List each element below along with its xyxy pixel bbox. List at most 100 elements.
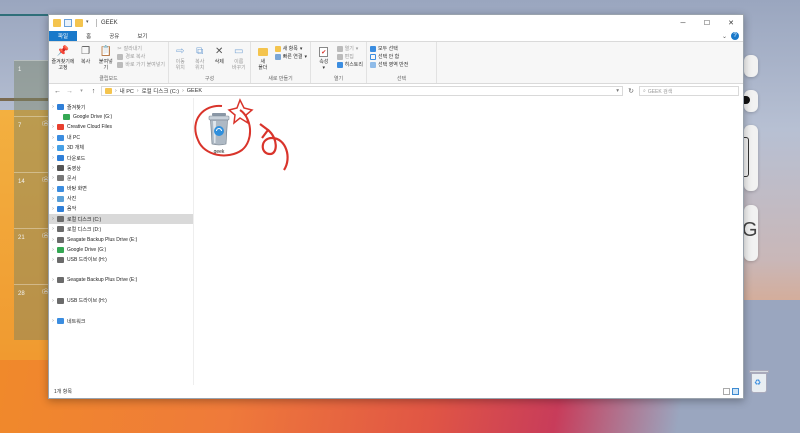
sidebar-item[interactable]: › Creative Cloud Files bbox=[49, 122, 193, 132]
file-item[interactable]: geek bbox=[201, 108, 237, 160]
group-new: 새 폴더 새 항목 ▾ 빠른 연결 ▾ 새로 만들기 bbox=[251, 42, 311, 83]
cut-button[interactable]: ✂ 잘라내기 bbox=[117, 45, 165, 53]
group-label-organize: 구성 bbox=[204, 76, 215, 82]
expand-ribbon-icon[interactable]: ⌄ bbox=[722, 33, 727, 40]
chevron-right-icon[interactable]: › bbox=[49, 216, 57, 222]
maximize-button[interactable]: ☐ bbox=[695, 15, 719, 31]
chevron-right-icon[interactable]: › bbox=[49, 196, 57, 202]
sidebar-item[interactable]: › Seagate Backup Plus Drive (E:) bbox=[49, 275, 193, 285]
chevron-right-icon[interactable]: › bbox=[49, 155, 57, 161]
sidebar-item[interactable]: › 3D 개체 bbox=[49, 143, 193, 153]
chevron-right-icon[interactable]: › bbox=[49, 257, 57, 263]
history-button[interactable]: 히스토리 bbox=[336, 61, 363, 68]
pc-icon bbox=[57, 134, 64, 141]
up-arrow-icon[interactable]: ↑ bbox=[89, 88, 98, 95]
select-none-button[interactable]: 선택 안 함 bbox=[370, 53, 408, 60]
calendar-day-number: 28 bbox=[18, 291, 25, 297]
paste-shortcut-button[interactable]: 바로 가기 붙여넣기 bbox=[117, 61, 165, 68]
sidebar-item[interactable]: › 음악 bbox=[49, 204, 193, 214]
close-button[interactable]: ✕ bbox=[719, 15, 743, 31]
usb-icon bbox=[57, 256, 64, 263]
sidebar-item[interactable]: › Google Drive (G:) bbox=[49, 245, 193, 255]
tab-file[interactable]: 파일 bbox=[49, 31, 78, 41]
status-bar: 1개 항목 bbox=[49, 385, 743, 398]
chevron-down-icon[interactable]: ▾ bbox=[616, 88, 622, 94]
sidebar-item[interactable]: › 로컬 디스크 (D:) bbox=[49, 224, 193, 234]
search-input[interactable]: ⌕ GEEK 검색 bbox=[639, 86, 739, 96]
chevron-right-icon[interactable]: › bbox=[49, 175, 57, 181]
tab-view[interactable]: 보기 bbox=[128, 31, 156, 41]
sidebar-item[interactable]: › USB 드라이브 (H:) bbox=[49, 296, 193, 306]
easy-access-button[interactable]: 빠른 연결 ▾ bbox=[274, 53, 307, 60]
network-icon bbox=[57, 318, 64, 325]
sidebar-item-label: Seagate Backup Plus Drive (E:) bbox=[67, 277, 138, 284]
sidebar-item[interactable]: › 네트워크 bbox=[49, 316, 193, 326]
chevron-right-icon[interactable]: › bbox=[49, 318, 57, 324]
sidebar-item[interactable]: Google Drive (G:) bbox=[49, 112, 193, 122]
back-arrow-icon[interactable]: ← bbox=[53, 88, 62, 95]
video-icon bbox=[57, 165, 64, 172]
address-toolbar: ← → ▾ ↑ › 내 PC › 로컬 디스크 (C:) › GEEK ▾ ↻ … bbox=[49, 84, 743, 98]
copy-path-button[interactable]: 경로 복사 bbox=[117, 53, 165, 60]
forward-arrow-icon[interactable]: → bbox=[65, 88, 74, 95]
properties-quick-icon[interactable] bbox=[64, 19, 72, 27]
chevron-right-icon[interactable]: › bbox=[49, 226, 57, 232]
scissors-icon: ✂ bbox=[117, 45, 122, 52]
details-view-icon[interactable] bbox=[723, 388, 730, 395]
chevron-right-icon[interactable]: › bbox=[49, 186, 57, 192]
desktop-widget-4: G bbox=[742, 205, 758, 261]
chevron-right-icon[interactable]: › bbox=[49, 145, 57, 151]
tab-share[interactable]: 공유 bbox=[100, 31, 128, 41]
sidebar-item[interactable]: › USB 드라이브 (H:) bbox=[49, 255, 193, 265]
refresh-icon[interactable]: ↻ bbox=[626, 87, 636, 95]
sidebar-item-label: Google Drive (G:) bbox=[73, 114, 113, 121]
sidebar-item[interactable]: › 바탕 화면 bbox=[49, 184, 193, 194]
chevron-right-icon[interactable]: › bbox=[49, 206, 57, 212]
chevron-right-icon[interactable]: › bbox=[49, 104, 57, 110]
sidebar-item-label: 네트워크 bbox=[67, 318, 86, 325]
breadcrumb-pc[interactable]: 내 PC bbox=[120, 87, 134, 95]
sidebar-item[interactable]: › 사진 bbox=[49, 194, 193, 204]
new-folder-quick-icon[interactable] bbox=[75, 19, 83, 27]
chevron-right-icon[interactable]: › bbox=[49, 237, 57, 243]
invert-selection-button[interactable]: 선택 영역 반전 bbox=[370, 61, 408, 68]
large-icons-view-icon[interactable] bbox=[732, 388, 739, 395]
sidebar-item[interactable]: › 내 PC bbox=[49, 133, 193, 143]
select-all-button[interactable]: 모두 선택 bbox=[370, 45, 408, 52]
recycle-bin-icon[interactable]: ♻ bbox=[748, 368, 770, 394]
calendar-day: 14(음)... bbox=[14, 172, 54, 228]
chevron-right-icon[interactable]: › bbox=[49, 298, 57, 304]
search-icon: ⌕ bbox=[643, 88, 646, 94]
chevron-right-icon[interactable]: › bbox=[49, 124, 57, 130]
desktop-calendar-widget: 1 7(음)...14(음)...21(음)...28(음)... bbox=[0, 60, 54, 360]
sidebar-item[interactable]: › Seagate Backup Plus Drive (E:) bbox=[49, 234, 193, 244]
sidebar-item-label: 3D 개체 bbox=[67, 145, 84, 152]
help-icon[interactable]: ? bbox=[731, 32, 739, 40]
chevron-right-icon[interactable]: › bbox=[49, 165, 57, 171]
recent-locations-icon[interactable]: ▾ bbox=[77, 88, 86, 94]
open-button[interactable]: 열기 ▾ bbox=[336, 45, 363, 52]
tab-home[interactable]: 홈 bbox=[77, 31, 100, 41]
sidebar-item[interactable]: › 즐겨찾기 bbox=[49, 102, 193, 112]
chevron-down-icon[interactable]: ▾ bbox=[86, 19, 92, 27]
sidebar-item[interactable]: › 동영상 bbox=[49, 163, 193, 173]
sidebar-item[interactable]: › 로컬 디스크 (C:) bbox=[49, 214, 193, 225]
edit-button[interactable]: 편집 bbox=[336, 53, 363, 60]
ribbon: 📌 즐겨찾기에 고정 ❐ 복사 📋 붙여넣기 ✂ 잘라내기 경로 복사 바로 가기… bbox=[49, 42, 743, 84]
calendar-day-number: 7 bbox=[18, 123, 22, 129]
chevron-right-icon[interactable]: › bbox=[49, 135, 57, 141]
address-bar[interactable]: › 내 PC › 로컬 디스크 (C:) › GEEK ▾ bbox=[101, 86, 623, 96]
breadcrumb-geek[interactable]: GEEK bbox=[187, 88, 202, 94]
minimize-button[interactable]: ─ bbox=[671, 15, 695, 31]
paste-icon: 📋 bbox=[99, 46, 113, 57]
sidebar-item[interactable]: › 다운로드 bbox=[49, 153, 193, 163]
sidebar-item[interactable]: › 문서 bbox=[49, 173, 193, 183]
new-item-button[interactable]: 새 항목 ▾ bbox=[274, 45, 307, 52]
sidebar-item-label: 로컬 디스크 (D:) bbox=[67, 226, 102, 233]
cube-icon bbox=[57, 144, 64, 151]
group-label-open: 열기 bbox=[333, 76, 344, 82]
chevron-right-icon[interactable]: › bbox=[49, 277, 57, 283]
download-icon bbox=[57, 155, 64, 162]
chevron-right-icon[interactable]: › bbox=[49, 247, 57, 253]
breadcrumb-drive-c[interactable]: 로컬 디스크 (C:) bbox=[142, 87, 180, 95]
